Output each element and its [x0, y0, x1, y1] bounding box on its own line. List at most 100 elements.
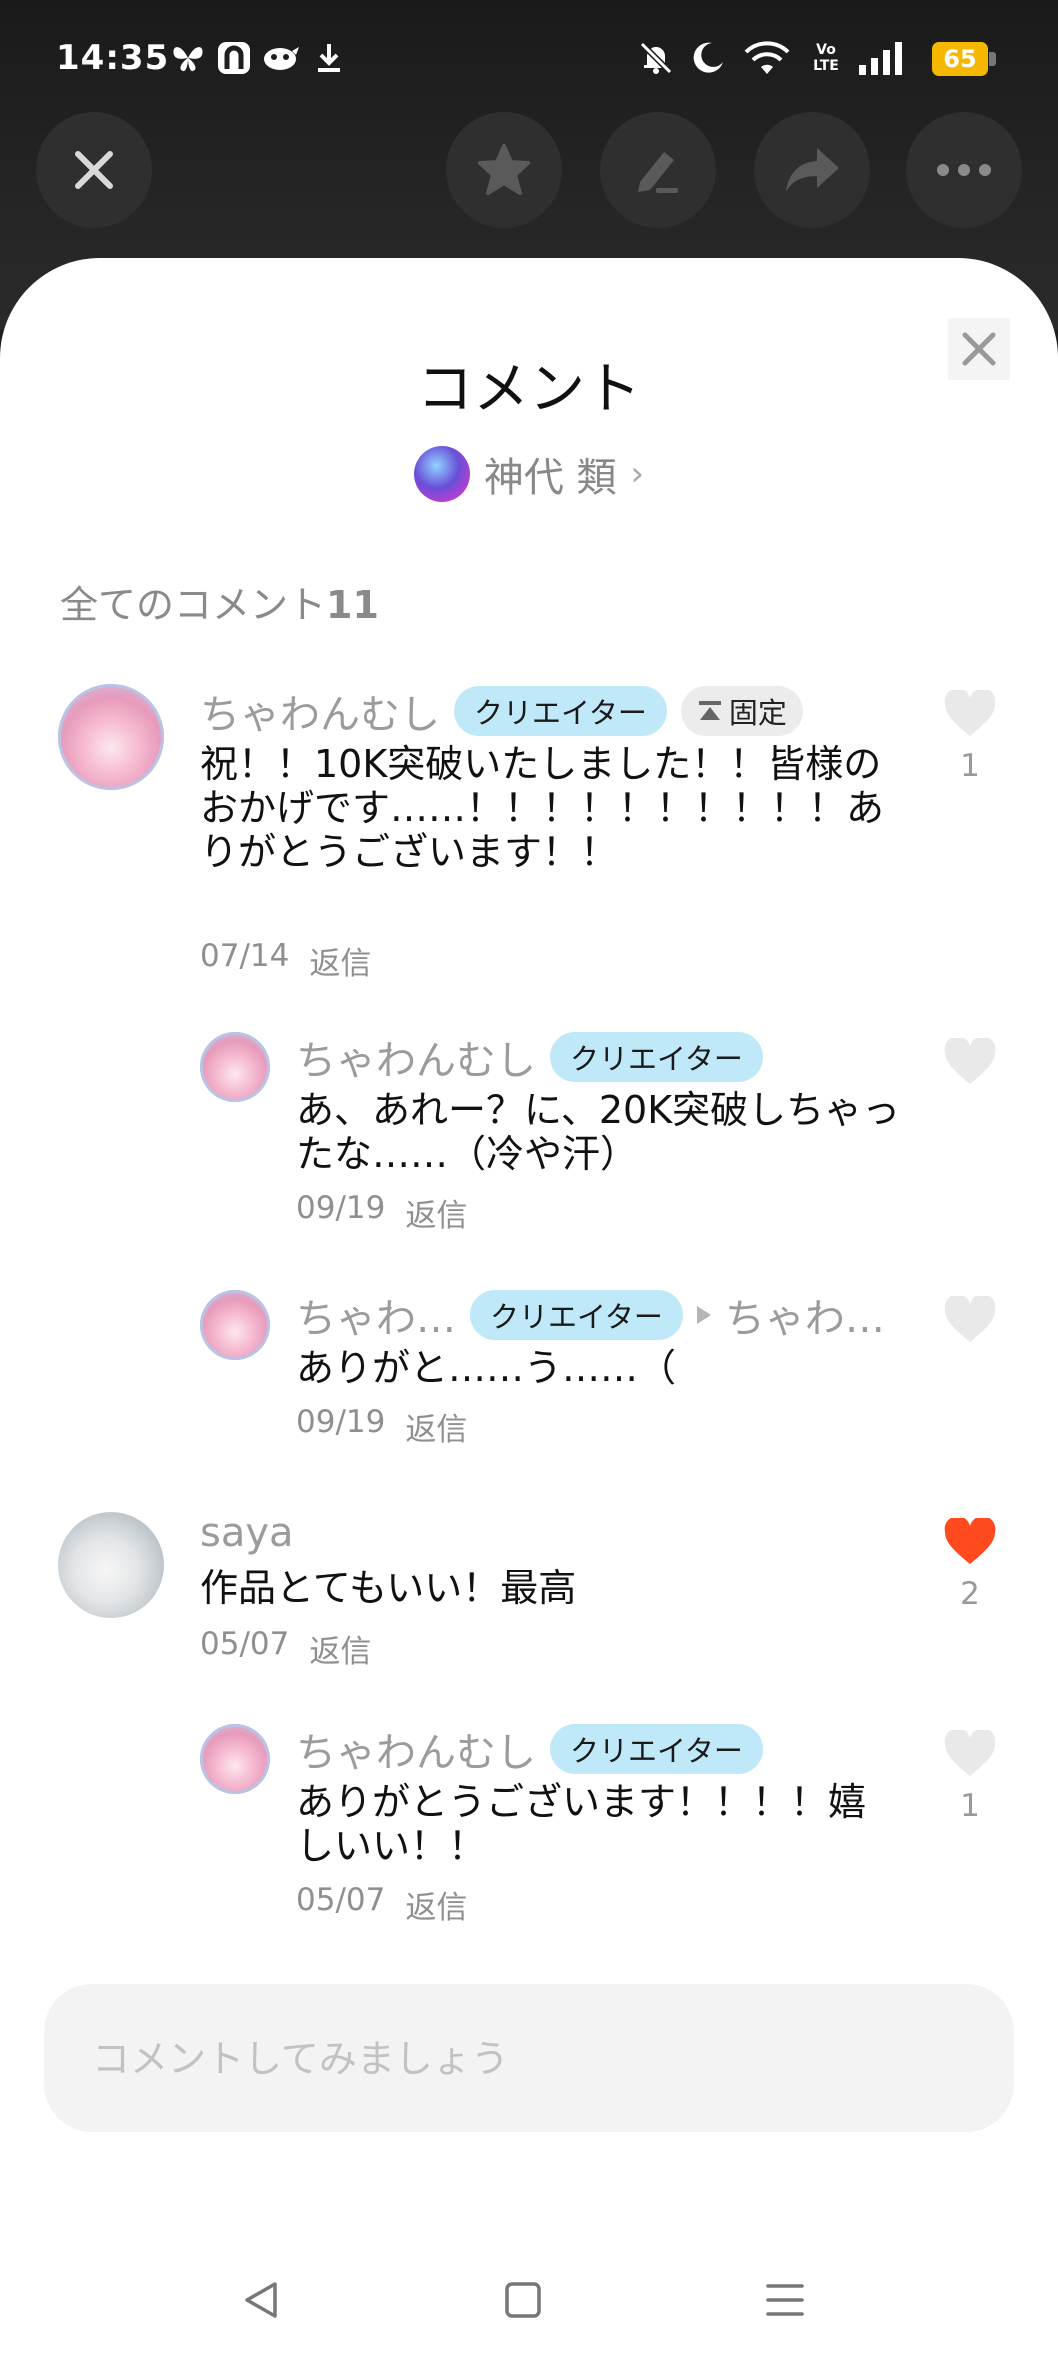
pin-icon: [698, 701, 721, 720]
reply-button[interactable]: 返信: [309, 938, 371, 983]
comment-count-label: 全てのコメント: [60, 583, 327, 627]
status-bar: 14:35 Vo LTE 65: [0, 0, 1058, 120]
status-time: 14:35: [56, 38, 170, 78]
like-button[interactable]: 1: [940, 688, 1000, 784]
creator-badge: クリエイター: [470, 1290, 683, 1340]
reply-date: 09/19: [296, 1190, 386, 1226]
comment-meta: 07/14 返信: [200, 938, 371, 983]
like-button[interactable]: 1: [940, 1728, 1000, 1824]
comment-count-value: 11: [326, 583, 379, 627]
reply-meta: 09/19 返信: [296, 1404, 467, 1449]
edit-icon: [638, 152, 678, 193]
avatar[interactable]: [200, 1290, 270, 1360]
share-icon: [786, 148, 839, 192]
reply-date: 05/07: [296, 1882, 386, 1918]
butterfly-icon: [170, 40, 206, 76]
reply-button[interactable]: 返信: [405, 1882, 467, 1927]
heart-icon: [944, 1036, 996, 1084]
reply-button[interactable]: 返信: [405, 1190, 467, 1235]
avatar[interactable]: [58, 1512, 164, 1618]
author-link[interactable]: 神代 類 ›: [0, 444, 1058, 504]
sheet-close-button[interactable]: [948, 318, 1010, 380]
comment-text: 作品とてもいい！最高: [200, 1566, 577, 1610]
reply-text: あ、あれー？に、20K突破しちゃったな……（冷や汗）: [296, 1088, 901, 1176]
comment-item: saya 作品とてもいい！最高 05/07 返信 2: [0, 1510, 1058, 1680]
comment-date: 07/14: [200, 938, 290, 974]
battery-icon: 65: [932, 42, 988, 76]
reply-header: ちゃわ… クリエイター ちゃわ…: [296, 1286, 885, 1344]
avatar[interactable]: [200, 1724, 270, 1794]
close-button[interactable]: [36, 112, 152, 228]
close-icon: [75, 151, 113, 189]
system-nav-bar: [0, 2250, 1058, 2350]
comment-header: saya: [200, 1510, 294, 1556]
sheet-title: コメント: [417, 357, 641, 422]
reply-header: ちゃわんむし クリエイター: [296, 1028, 763, 1086]
reply-item: ちゃわんむし クリエイター ありがとうございます！！！！嬉しいい！！ 05/07…: [0, 1724, 1058, 1927]
reply-to-username[interactable]: ちゃわ…: [725, 1286, 885, 1344]
comment-input-container: [44, 1984, 1014, 2134]
heart-filled-icon: [944, 1516, 996, 1564]
like-button-active[interactable]: 2: [940, 1516, 1000, 1612]
like-count: 1: [960, 748, 980, 784]
like-count: 2: [960, 1576, 980, 1612]
author-avatar: [413, 446, 470, 502]
nav-back-button[interactable]: [226, 2268, 296, 2332]
username[interactable]: ちゃわ…: [296, 1286, 456, 1344]
comment-input[interactable]: [90, 1984, 974, 2134]
creator-badge: クリエイター: [454, 686, 667, 736]
reply-button[interactable]: 返信: [309, 1626, 371, 1671]
comment-meta: 05/07 返信: [200, 1626, 371, 1671]
more-button[interactable]: [906, 112, 1022, 228]
comment-date: 05/07: [200, 1626, 290, 1662]
reply-meta: 05/07 返信: [296, 1882, 467, 1927]
comment-count: 全てのコメント11: [60, 574, 379, 629]
reply-header: ちゃわんむし クリエイター: [296, 1720, 763, 1778]
wifi-icon: [742, 40, 792, 76]
download-icon: [314, 40, 344, 76]
close-icon: [962, 332, 996, 366]
creator-badge: クリエイター: [550, 1032, 763, 1082]
reply-item: ちゃわんむし クリエイター あ、あれー？に、20K突破しちゃったな……（冷や汗）…: [0, 1032, 1058, 1235]
creator-badge: クリエイター: [550, 1724, 763, 1774]
avatar[interactable]: [58, 684, 164, 790]
like-count: 1: [960, 1788, 980, 1824]
reply-to-arrow-icon: [696, 1306, 711, 1324]
like-button[interactable]: [940, 1036, 1000, 1090]
author-name: 神代 類: [483, 455, 617, 501]
favorite-button[interactable]: [446, 112, 562, 228]
like-button[interactable]: [940, 1294, 1000, 1348]
heart-icon: [944, 1294, 996, 1342]
pinned-badge: 固定: [680, 686, 803, 736]
mute-icon: [636, 40, 676, 76]
comment-header: ちゃわんむし クリエイター 固定: [200, 682, 803, 740]
back-icon: [245, 2282, 277, 2318]
app-icon: [216, 40, 252, 76]
username[interactable]: saya: [200, 1510, 294, 1556]
reply-date: 09/19: [296, 1404, 386, 1440]
signal-icon: [856, 40, 908, 76]
reply-text: ありがと……う……（: [296, 1346, 677, 1390]
nav-home-button[interactable]: [488, 2268, 558, 2332]
star-icon: [478, 144, 530, 195]
username[interactable]: ちゃわんむし: [296, 1720, 536, 1778]
share-button[interactable]: [754, 112, 870, 228]
heart-icon: [944, 1728, 996, 1776]
edit-button[interactable]: [600, 112, 716, 228]
bird-icon: [262, 40, 300, 76]
avatar[interactable]: [200, 1032, 270, 1102]
heart-icon: [944, 688, 996, 736]
home-icon: [505, 2282, 541, 2318]
reply-button[interactable]: 返信: [405, 1404, 467, 1449]
comment-text: 祝！！10K突破いたしました！！皆様のおかげです……！！！！！！！！！！ありがと…: [200, 742, 885, 874]
volte-icon: Vo LTE: [813, 42, 839, 74]
chevron-right-icon: ›: [630, 454, 645, 494]
reply-meta: 09/19 返信: [296, 1190, 467, 1235]
battery-cap: [989, 52, 996, 66]
username[interactable]: ちゃわんむし: [296, 1028, 536, 1086]
reply-item: ちゃわ… クリエイター ちゃわ… ありがと……う……（ 09/19 返信: [0, 1290, 1058, 1460]
nav-menu-button[interactable]: [750, 2268, 820, 2332]
username[interactable]: ちゃわんむし: [200, 682, 440, 740]
menu-icon: [766, 2284, 804, 2316]
reply-text: ありがとうございます！！！！嬉しいい！！: [296, 1780, 867, 1868]
